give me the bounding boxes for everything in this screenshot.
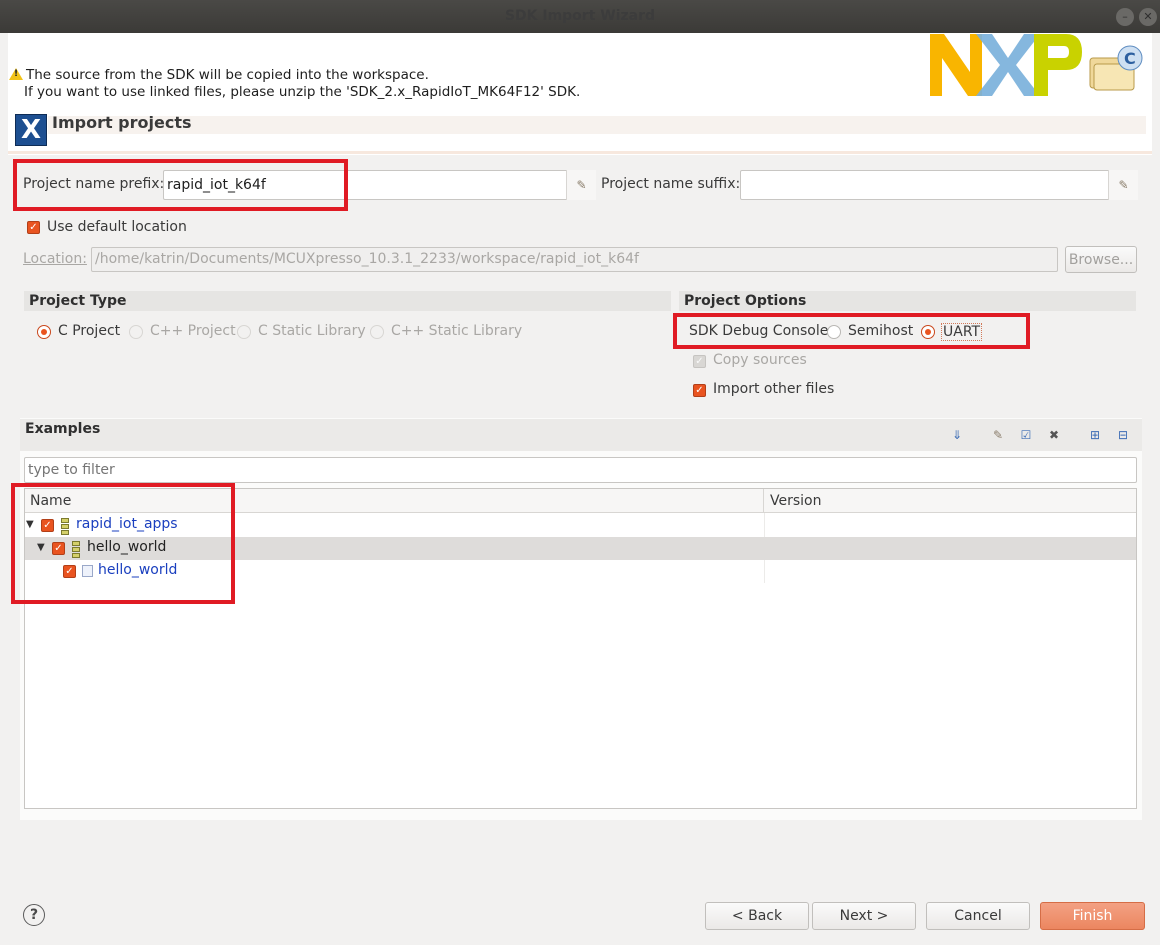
use-default-location-checkbox[interactable]: ✓	[27, 221, 40, 234]
radio-c-static-library[interactable]	[237, 325, 251, 339]
radio-c-project[interactable]	[37, 325, 51, 339]
minimize-icon[interactable]: –	[1116, 8, 1134, 26]
clear-suffix-icon[interactable]: ✎	[1108, 170, 1138, 200]
radio-cpp-static-library[interactable]	[370, 325, 384, 339]
examples-header: Examples	[20, 419, 1142, 451]
highlight-examples	[11, 483, 235, 604]
page-heading-divider	[8, 151, 1152, 154]
highlight-debug-console	[673, 313, 1030, 349]
nxp-logo	[930, 34, 1082, 96]
finish-button[interactable]: Finish	[1040, 902, 1145, 930]
help-icon[interactable]: ?	[23, 904, 45, 926]
clear-filter-icon[interactable]: ✎	[990, 427, 1006, 443]
radio-cpp-project[interactable]	[129, 325, 143, 339]
c-project-label: C Project	[58, 323, 121, 339]
version-column-header[interactable]: Version	[764, 489, 1136, 513]
suffix-input[interactable]	[740, 170, 1138, 200]
folder-c-icon: C	[1088, 44, 1148, 92]
filter-input[interactable]	[24, 457, 1137, 483]
select-all-icon[interactable]: ☑	[1018, 427, 1034, 443]
expand-all-icon[interactable]: ⊞	[1087, 427, 1103, 443]
close-icon[interactable]: ✕	[1139, 8, 1157, 26]
browse-button[interactable]: Browse...	[1065, 246, 1137, 273]
mcuxpresso-x-icon: X	[15, 114, 47, 146]
warning-icon	[9, 68, 23, 80]
suffix-label: Project name suffix:	[601, 176, 741, 192]
cpp-static-library-label: C++ Static Library	[391, 323, 523, 339]
notice-line-2: If you want to use linked files, please …	[24, 84, 581, 100]
back-button[interactable]: < Back	[705, 902, 809, 930]
import-other-files-label: Import other files	[713, 381, 835, 397]
copy-sources-label: Copy sources	[713, 352, 807, 368]
deselect-all-icon[interactable]: ✖	[1046, 427, 1062, 443]
copy-sources-checkbox[interactable]: ✓	[693, 355, 706, 368]
window-title: SDK Import Wizard	[504, 8, 656, 24]
highlight-prefix	[13, 159, 348, 211]
location-label: Location:	[23, 251, 87, 267]
c-static-library-label: C Static Library	[258, 323, 366, 339]
svg-text:C: C	[1124, 49, 1136, 68]
cancel-button[interactable]: Cancel	[926, 902, 1030, 930]
page-title: Import projects	[52, 113, 192, 132]
import-other-files-checkbox[interactable]: ✓	[693, 384, 706, 397]
notice-line-1: The source from the SDK will be copied i…	[26, 67, 429, 83]
project-type-header: Project Type	[24, 291, 671, 311]
page-heading-band	[48, 116, 1146, 134]
next-button[interactable]: Next >	[812, 902, 916, 930]
project-options-header: Project Options	[679, 291, 1136, 311]
import-from-xml-icon[interactable]: ⇓	[949, 427, 965, 443]
collapse-all-icon[interactable]: ⊟	[1115, 427, 1131, 443]
clear-prefix-icon[interactable]: ✎	[566, 170, 596, 200]
cpp-project-label: C++ Project	[150, 323, 236, 339]
use-default-location-label: Use default location	[47, 219, 187, 235]
location-input: /home/katrin/Documents/MCUXpresso_10.3.1…	[91, 247, 1058, 272]
